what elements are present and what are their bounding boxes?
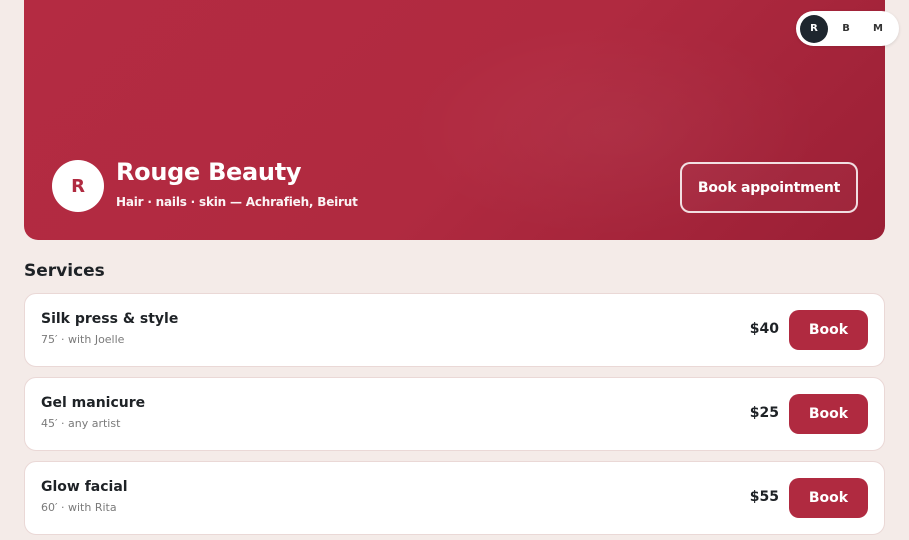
services-heading: Services	[24, 261, 105, 281]
service-meta: 75′ · with Joelle	[41, 333, 125, 346]
switcher-option-m[interactable]: M	[864, 15, 892, 43]
service-meta: 45′ · any artist	[41, 417, 121, 430]
service-name: Gel manicure	[41, 395, 146, 411]
service-price: $40	[749, 321, 779, 337]
business-name: Rouge Beauty	[116, 158, 302, 186]
service-name: Silk press & style	[41, 311, 179, 327]
book-service-button[interactable]: Book	[789, 394, 868, 434]
avatar: R	[52, 160, 104, 212]
theme-switcher: R B M	[796, 11, 899, 46]
business-tagline: Hair · nails · skin — Achrafieh, Beirut	[116, 195, 358, 209]
book-service-button[interactable]: Book	[789, 310, 868, 350]
service-card: Silk press & style 75′ · with Joelle $40…	[24, 293, 885, 367]
service-card: Glow facial 60′ · with Rita $55 Book	[24, 461, 885, 535]
service-price: $55	[749, 489, 779, 505]
service-price: $25	[749, 405, 779, 421]
hero-banner: R Rouge Beauty Hair · nails · skin — Ach…	[24, 0, 885, 240]
switcher-option-b[interactable]: B	[832, 15, 860, 43]
book-appointment-button[interactable]: Book appointment	[680, 162, 858, 213]
service-meta: 60′ · with Rita	[41, 501, 117, 514]
switcher-option-r[interactable]: R	[800, 14, 828, 43]
book-service-button[interactable]: Book	[789, 478, 868, 518]
service-name: Glow facial	[41, 479, 128, 495]
service-card: Gel manicure 45′ · any artist $25 Book	[24, 377, 885, 451]
